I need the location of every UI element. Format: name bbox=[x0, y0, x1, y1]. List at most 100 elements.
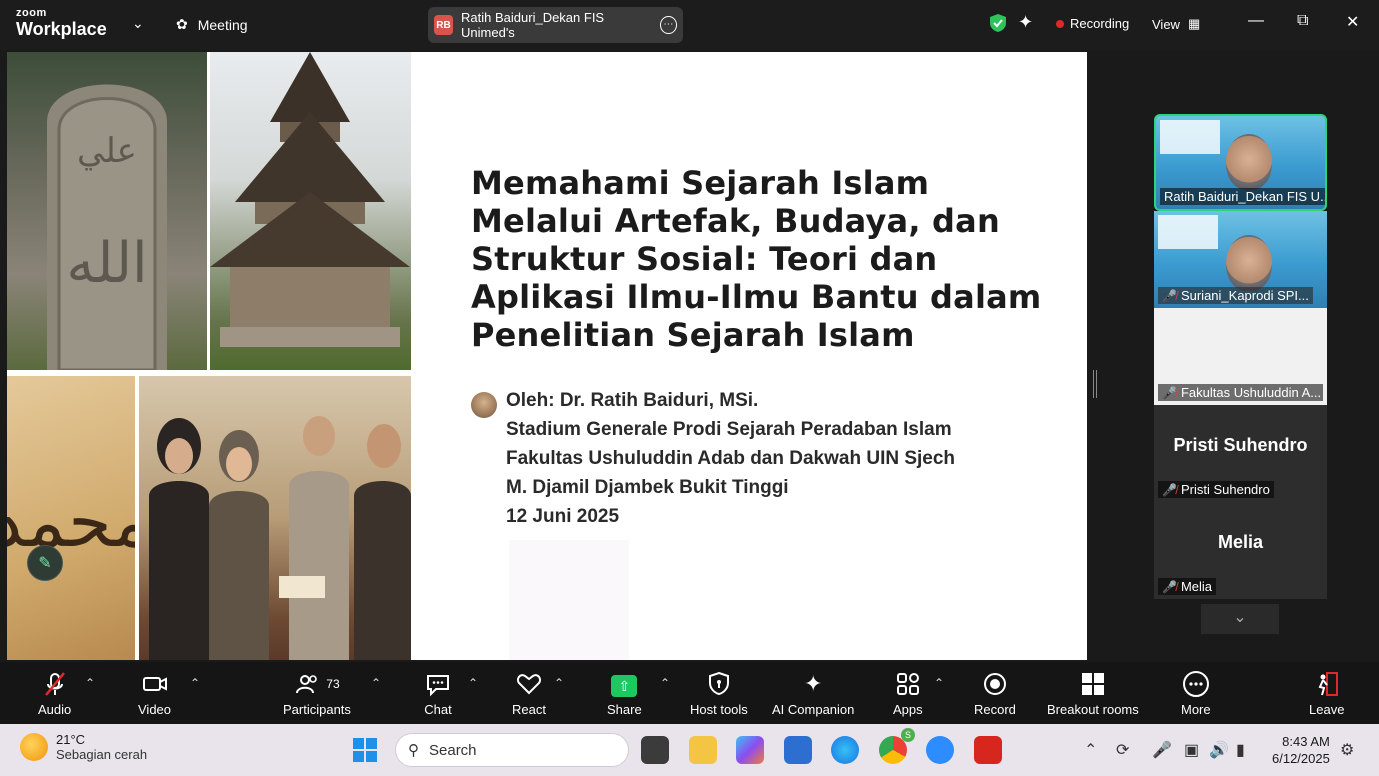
mic-muted-icon bbox=[41, 670, 69, 698]
weather-widget[interactable]: 21°C Sebagian cerah bbox=[20, 732, 147, 762]
heart-icon bbox=[515, 670, 543, 698]
record-label: Record bbox=[974, 702, 1016, 717]
participant-tile[interactable]: 🎤̸ Suriani_Kaprodi SPI... bbox=[1154, 211, 1327, 308]
react-button[interactable]: React bbox=[512, 670, 546, 717]
react-label: React bbox=[512, 702, 546, 717]
slide-info-line: M. Djamil Djambek Bukit Tinggi bbox=[506, 477, 789, 498]
breakout-rooms-button[interactable]: Breakout rooms bbox=[1047, 670, 1139, 717]
breakout-rooms-icon bbox=[1079, 670, 1107, 698]
windows-start-icon[interactable] bbox=[353, 738, 377, 762]
volume-icon[interactable]: 🔊 bbox=[1209, 740, 1229, 760]
tombstone-image: علي الله bbox=[7, 52, 207, 370]
shared-slide: علي الله محمد bbox=[7, 52, 1087, 660]
virtual-background bbox=[1160, 120, 1220, 154]
file-explorer-icon[interactable] bbox=[689, 736, 717, 764]
copilot-icon[interactable] bbox=[736, 736, 764, 764]
zoom-logo: zoom Workplace bbox=[16, 8, 107, 39]
audio-button[interactable]: Audio bbox=[38, 670, 71, 717]
slide-title-line: Penelitian Sejarah Islam bbox=[471, 316, 915, 354]
share-button[interactable]: ⇧ Share bbox=[607, 670, 642, 717]
share-options-caret-icon[interactable]: ⌃ bbox=[660, 676, 670, 690]
chat-options-caret-icon[interactable]: ⌃ bbox=[468, 676, 478, 690]
react-options-caret-icon[interactable]: ⌃ bbox=[554, 676, 564, 690]
recording-dot-icon bbox=[1056, 19, 1064, 28]
title-bar: zoom Workplace ⌄ ✿ Meeting RB Ratih Baid… bbox=[0, 0, 1379, 50]
edge-icon[interactable] bbox=[831, 736, 859, 764]
sparkle-icon: ✦ bbox=[803, 671, 823, 696]
participants-button[interactable]: 73 Participants bbox=[283, 670, 351, 717]
annotate-pencil-icon[interactable]: ✎ bbox=[27, 545, 63, 581]
host-tools-button[interactable]: Host tools bbox=[690, 670, 748, 717]
clock-time: 8:43 AM bbox=[1282, 734, 1330, 749]
grid-icon: ▦ bbox=[1187, 16, 1201, 31]
slide-info-line: Oleh: Dr. Ratih Baiduri, MSi. bbox=[506, 390, 759, 411]
close-icon[interactable]: ✕ bbox=[1346, 12, 1359, 32]
participant-name-text: Melia bbox=[1180, 579, 1213, 594]
participant-big-name: Melia bbox=[1217, 532, 1264, 552]
slide-title: Memahami Sejarah Islam Melalui Artefak, … bbox=[471, 164, 1051, 354]
more-icon[interactable]: ⋯ bbox=[659, 16, 677, 34]
participant-name-text: Fakultas Ushuluddin A... bbox=[1180, 385, 1322, 400]
chat-label: Chat bbox=[424, 702, 452, 717]
battery-icon[interactable]: ▮ bbox=[1236, 740, 1245, 760]
record-button[interactable]: Record bbox=[974, 670, 1016, 717]
microsoft-store-icon[interactable] bbox=[784, 736, 812, 764]
participant-big-name: Pristi Suhendro bbox=[1173, 435, 1308, 455]
ai-companion-button[interactable]: ✦ AI Companion bbox=[772, 670, 854, 717]
video-options-caret-icon[interactable]: ⌃ bbox=[190, 676, 200, 690]
slide-title-line: Melalui Artefak, Budaya, dan bbox=[471, 202, 1000, 240]
task-view-icon[interactable] bbox=[641, 736, 669, 764]
group-photo-image bbox=[139, 376, 411, 660]
record-icon bbox=[981, 670, 1009, 698]
apps-options-caret-icon[interactable]: ⌃ bbox=[934, 676, 944, 690]
notification-bell-icon[interactable]: ⚙ bbox=[1340, 740, 1354, 760]
share-screen-icon: ⇧ bbox=[611, 670, 638, 698]
more-icon bbox=[1182, 670, 1210, 698]
participant-tile[interactable]: Pristi Suhendro 🎤̸ Pristi Suhendro bbox=[1154, 405, 1327, 502]
chat-button[interactable]: Chat bbox=[424, 670, 452, 717]
slide-collage: علي الله محمد bbox=[7, 52, 411, 660]
audio-options-caret-icon[interactable]: ⌃ bbox=[85, 676, 95, 690]
apps-button[interactable]: Apps bbox=[893, 670, 923, 717]
taskbar-clock[interactable]: 8:43 AM 6/12/2025 bbox=[1272, 733, 1330, 767]
network-icon[interactable]: ▣ bbox=[1184, 740, 1199, 760]
slide-faint-box bbox=[509, 540, 629, 660]
shield-icon[interactable] bbox=[989, 13, 1007, 33]
meeting-menu[interactable]: ✿ Meeting bbox=[176, 16, 248, 33]
recording-indicator[interactable]: Recording bbox=[1056, 16, 1129, 31]
participant-tile[interactable]: Melia 🎤̸ Melia bbox=[1154, 502, 1327, 599]
participant-face bbox=[1226, 235, 1272, 291]
windows-taskbar: 21°C Sebagian cerah ⚲ Search S ⌃ ⟳ 🎤 ▣ 🔊… bbox=[0, 724, 1379, 776]
video-button[interactable]: Video bbox=[138, 670, 171, 717]
slide-info-line: 12 Juni 2025 bbox=[506, 506, 620, 527]
apps-label: Apps bbox=[893, 702, 923, 717]
participants-options-caret-icon[interactable]: ⌃ bbox=[371, 676, 381, 690]
panel-resize-handle[interactable] bbox=[1093, 370, 1097, 398]
gallery-next-chevron-icon[interactable]: ⌄ bbox=[1201, 604, 1279, 634]
breakout-rooms-label: Breakout rooms bbox=[1047, 702, 1139, 717]
clock-date: 6/12/2025 bbox=[1272, 751, 1330, 766]
chat-icon bbox=[424, 670, 452, 698]
participant-tile[interactable]: Ratih Baiduri_Dekan FIS U... bbox=[1154, 114, 1327, 211]
sync-icon[interactable]: ⟳ bbox=[1116, 740, 1129, 760]
restore-icon[interactable]: ⧉ bbox=[1297, 12, 1308, 30]
weather-sun-icon bbox=[20, 733, 48, 761]
zoom-app-icon[interactable] bbox=[926, 736, 954, 764]
more-button[interactable]: More bbox=[1181, 670, 1211, 717]
sparkle-icon[interactable]: ✦ bbox=[1018, 12, 1033, 33]
slide-info: Oleh: Dr. Ratih Baiduri, MSi. Stadium Ge… bbox=[506, 386, 955, 531]
slide-title-line: Aplikasi Ilmu-Ilmu Bantu dalam bbox=[471, 278, 1042, 316]
acrobat-icon[interactable] bbox=[974, 736, 1002, 764]
leave-button[interactable]: Leave bbox=[1309, 670, 1344, 717]
tray-chevron-up-icon[interactable]: ⌃ bbox=[1084, 740, 1097, 760]
sharing-indicator[interactable]: RB Ratih Baiduri_Dekan FIS Unimed's ⋯ bbox=[428, 7, 683, 43]
microphone-icon[interactable]: 🎤 bbox=[1152, 740, 1172, 760]
meeting-toolbar: Audio ⌃ Video ⌃ 73 Participants ⌃ Chat ⌃… bbox=[0, 662, 1379, 724]
minimize-icon[interactable]: — bbox=[1248, 12, 1264, 30]
mic-muted-icon: 🎤̸ bbox=[1162, 482, 1177, 497]
chevron-down-icon[interactable]: ⌄ bbox=[132, 15, 144, 32]
taskbar-search[interactable]: ⚲ Search bbox=[395, 733, 629, 767]
view-button[interactable]: View ▦ bbox=[1152, 16, 1200, 32]
chrome-icon[interactable]: S bbox=[879, 728, 915, 764]
participant-tile[interactable]: 🎤̸ Fakultas Ushuluddin A... bbox=[1154, 308, 1327, 405]
